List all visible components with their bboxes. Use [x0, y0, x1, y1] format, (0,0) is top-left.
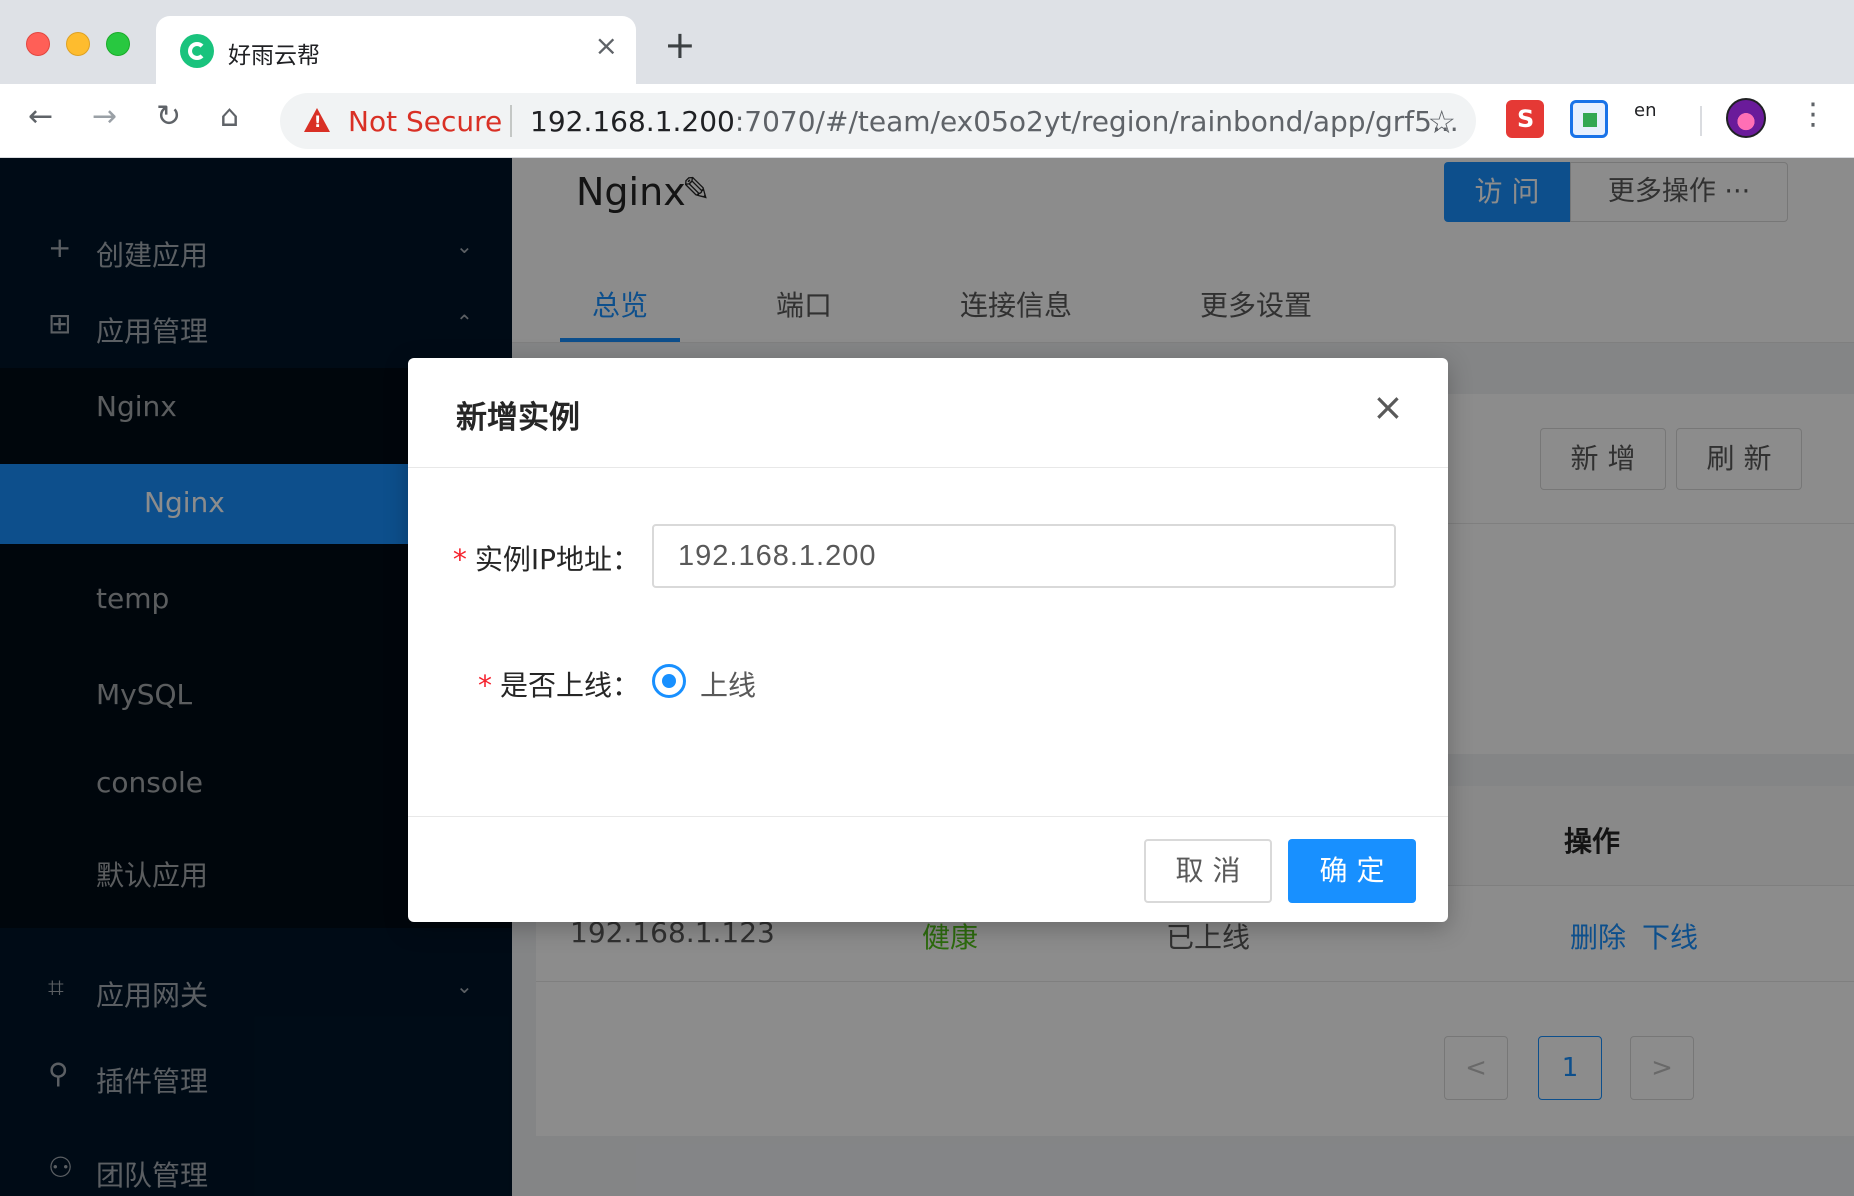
extension-sogou-icon[interactable]: [1506, 100, 1544, 138]
url-text[interactable]: 192.168.1.200:7070/#/team/ex05o2yt/regio…: [530, 105, 1459, 138]
form-row-online: * 是否上线： 上线: [408, 650, 1448, 714]
back-arrow-icon[interactable]: ←: [28, 102, 53, 132]
extension-dictionary-label: en: [1634, 100, 1657, 121]
online-radio-label[interactable]: 上线: [700, 664, 756, 704]
modal-title: 新增实例: [456, 400, 580, 436]
reload-icon[interactable]: ↻: [156, 102, 181, 132]
online-radio[interactable]: [652, 664, 686, 698]
profile-avatar[interactable]: [1726, 98, 1766, 138]
online-field-label-text: 是否上线：: [499, 669, 640, 702]
ip-field-label: * 实例IP地址：: [453, 538, 640, 578]
online-field-label: * 是否上线：: [478, 664, 640, 704]
tab-close-icon[interactable]: ×: [595, 32, 618, 60]
instance-ip-input[interactable]: [652, 524, 1396, 588]
address-bar[interactable]: Not Secure 192.168.1.200:7070/#/team/ex0…: [280, 93, 1476, 149]
home-icon[interactable]: ⌂: [220, 102, 239, 132]
window-minimize-button[interactable]: [66, 32, 90, 56]
bookmark-star-icon[interactable]: ☆: [1427, 103, 1456, 141]
window-maximize-button[interactable]: [106, 32, 130, 56]
modal-header: 新增实例 ×: [408, 358, 1448, 468]
url-host: 192.168.1.200: [530, 105, 735, 138]
cancel-button[interactable]: 取 消: [1144, 839, 1272, 903]
url-path: :7070/#/team/ex05o2yt/region/rainbond/ap…: [734, 105, 1459, 138]
site-favicon-icon: [180, 34, 214, 68]
modal-footer: 取 消 确 定: [408, 816, 1448, 922]
new-tab-button[interactable]: +: [664, 26, 696, 64]
close-icon[interactable]: ×: [1372, 388, 1404, 426]
extension-dictionary-icon[interactable]: en: [1634, 100, 1672, 138]
browser-tab[interactable]: 好雨云帮 ×: [156, 16, 636, 84]
browser-tab-title: 好雨云帮: [228, 43, 320, 69]
warning-icon: [304, 108, 330, 132]
required-mark: *: [452, 543, 467, 576]
ip-field-label-text: 实例IP地址：: [474, 543, 640, 576]
add-instance-modal: 新增实例 × *实例IP地址： *是否上线： 上线 取 消 确 定: [408, 358, 1448, 922]
browser-toolbar: ← → ↻ ⌂ Not Secure 192.168.1.200:7070/#/…: [0, 84, 1854, 158]
window-close-button[interactable]: [26, 32, 50, 56]
browser-menu-icon[interactable]: ⋮: [1798, 100, 1828, 130]
form-row-ip: * 实例IP地址：: [408, 524, 1448, 588]
required-mark: *: [477, 669, 492, 702]
extension-translate-icon[interactable]: [1570, 100, 1608, 138]
security-indicator[interactable]: Not Secure: [348, 105, 502, 138]
omnibox-divider: [510, 105, 512, 137]
browser-tab-bar: 好雨云帮 × +: [0, 0, 1854, 84]
forward-arrow-icon[interactable]: →: [92, 102, 117, 132]
toolbar-divider: [1700, 106, 1702, 136]
confirm-button[interactable]: 确 定: [1288, 839, 1416, 903]
